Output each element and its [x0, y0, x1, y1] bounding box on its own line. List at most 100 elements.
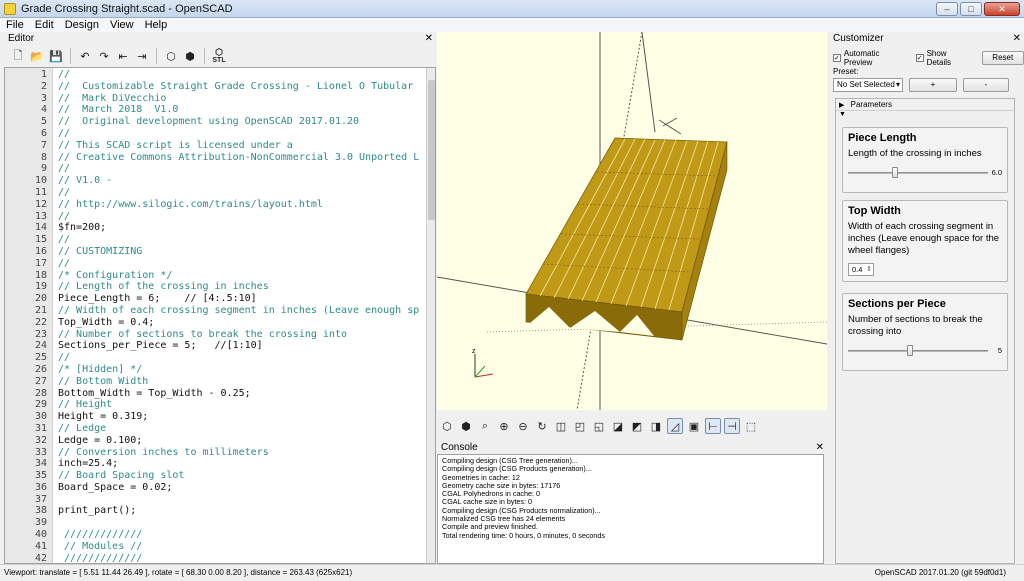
line-number: 29	[34, 399, 47, 411]
view-left-icon[interactable]: ◪	[610, 418, 626, 434]
redo-icon[interactable]: ↷	[96, 48, 112, 64]
code-line: 33 // Conversion inches to millimeters	[5, 447, 435, 459]
toolbar-separator	[204, 48, 205, 64]
zoom-in-icon[interactable]: ⊕	[496, 418, 512, 434]
code-line: 35 // Board Spacing slot	[5, 470, 435, 482]
line-text: //	[58, 234, 71, 246]
line-text: //	[58, 352, 71, 364]
show-axes-icon[interactable]: ⊢	[705, 418, 721, 434]
menu-bar: File Edit Design View Help	[0, 18, 1024, 32]
show-scale-icon[interactable]: ⊣	[724, 418, 740, 434]
add-preset-button[interactable]: +	[909, 78, 957, 92]
preset-select[interactable]: No Set Selected	[833, 78, 903, 92]
toolbar-separator	[156, 48, 157, 64]
line-number: 9	[40, 163, 47, 175]
line-number: 42	[34, 552, 47, 564]
collapse-arrow-icon[interactable]: ▼	[836, 111, 1014, 121]
code-line: 13 //	[5, 211, 435, 223]
menu-view[interactable]: View	[110, 19, 134, 31]
code-line: 3 // Mark DiVecchio	[5, 93, 435, 105]
code-editor[interactable]: 1 // 2 // Customizable Straight Grade Cross…	[4, 67, 436, 564]
save-icon[interactable]: 💾	[48, 48, 64, 64]
export-stl-icon[interactable]: ⬡ STL	[211, 48, 227, 65]
3d-scene: z	[437, 32, 827, 410]
zoom-out-icon[interactable]: ⊖	[515, 418, 531, 434]
code-line: 26 /* [Hidden] */	[5, 364, 435, 376]
new-file-icon[interactable]: 🗋	[10, 48, 26, 64]
console-output[interactable]: Compiling design (CSG Tree generation)..…	[437, 454, 824, 564]
line-number: 38	[34, 505, 47, 517]
open-file-icon[interactable]: 📂	[29, 48, 45, 64]
3d-viewport[interactable]: z	[437, 32, 827, 410]
console-close-icon[interactable]: ✕	[816, 441, 824, 454]
undo-icon[interactable]: ↶	[77, 48, 93, 64]
slider-handle[interactable]	[907, 345, 913, 356]
show-details-checkbox[interactable]: ✓	[915, 54, 924, 62]
line-number: 40	[34, 529, 47, 541]
line-text: //	[58, 127, 71, 139]
view-all-icon[interactable]: ⌕	[477, 418, 493, 434]
line-text: /* Configuration */	[58, 269, 173, 281]
preview-icon[interactable]: ⬡	[163, 48, 179, 64]
sections-per-piece-slider[interactable]: 5	[848, 344, 1002, 358]
reset-view-icon[interactable]: ↻	[534, 418, 550, 434]
menu-help[interactable]: Help	[145, 19, 168, 31]
orthogonal-icon[interactable]: ▣	[686, 418, 702, 434]
line-number: 39	[34, 517, 47, 529]
remove-preset-button[interactable]: -	[963, 78, 1009, 92]
line-number: 32	[34, 434, 47, 446]
view-front-icon[interactable]: ◩	[629, 418, 645, 434]
line-number: 12	[34, 198, 47, 210]
console-title-bar: Console ✕	[437, 441, 827, 454]
line-number: 23	[34, 328, 47, 340]
line-text: // V1.0 -	[58, 175, 113, 187]
scrollbar-thumb[interactable]	[428, 80, 435, 220]
unindent-icon[interactable]: ⇤	[115, 48, 131, 64]
maximize-button[interactable]: □	[960, 2, 982, 16]
view-back-icon[interactable]: ◨	[648, 418, 664, 434]
line-text: // March 2018 V1.0	[58, 104, 179, 116]
parameters-header[interactable]: ▶ Parameters	[836, 99, 1014, 111]
param-group-piece-length: Piece Length Length of the crossing in i…	[842, 127, 1008, 193]
menu-edit[interactable]: Edit	[35, 19, 54, 31]
render-icon[interactable]: ⬢	[182, 48, 198, 64]
line-text: // Board Spacing slot	[58, 470, 185, 482]
code-line: 41 // Modules //	[5, 541, 435, 553]
line-number: 30	[34, 411, 47, 423]
view-top-icon[interactable]: ◰	[572, 418, 588, 434]
code-line: 12 // http://www.silogic.com/trains/layou…	[5, 199, 435, 211]
line-number: 20	[34, 293, 47, 305]
code-line: 1 //	[5, 69, 435, 81]
line-text: Top_Width = 0.4;	[58, 316, 155, 328]
render-icon[interactable]: ⬢	[458, 418, 474, 434]
line-number: 8	[40, 151, 47, 163]
line-text: //	[58, 69, 71, 80]
view-bottom-icon[interactable]: ◱	[591, 418, 607, 434]
line-number: 31	[34, 422, 47, 434]
reset-button[interactable]: Reset	[981, 51, 1024, 65]
view-right-icon[interactable]: ◫	[553, 418, 569, 434]
editor-close-icon[interactable]: ✕	[425, 32, 433, 45]
line-number: 1	[40, 69, 47, 80]
menu-design[interactable]: Design	[65, 19, 99, 31]
perspective-icon[interactable]: ◿	[667, 418, 683, 434]
editor-scrollbar[interactable]	[426, 68, 435, 563]
line-number: 7	[40, 139, 47, 151]
menu-file[interactable]: File	[6, 19, 24, 31]
editor-toolbar: 🗋 📂 💾 ↶ ↷ ⇤ ⇥ ⬡ ⬢ ⬡ STL	[4, 45, 436, 67]
minimize-button[interactable]: –	[936, 2, 958, 16]
preview-icon[interactable]: ⬡	[439, 418, 455, 434]
slider-handle[interactable]	[892, 167, 898, 178]
top-width-spinbox[interactable]: 0.4	[848, 263, 874, 276]
title-bar: Grade Crossing Straight.scad - OpenSCAD …	[0, 0, 1024, 18]
line-number: 18	[34, 269, 47, 281]
indent-icon[interactable]: ⇥	[134, 48, 150, 64]
piece-length-slider[interactable]: 6.0	[848, 166, 1002, 180]
automatic-preview-checkbox[interactable]: ✓	[833, 54, 841, 62]
customizer-close-icon[interactable]: ✕	[1013, 32, 1021, 45]
close-button[interactable]: ✕	[984, 2, 1020, 16]
line-text: // Conversion inches to millimeters	[58, 446, 269, 458]
y-axis	[641, 32, 656, 133]
line-text: Sections_per_Piece = 5; //[1:10]	[58, 340, 263, 352]
show-edges-icon[interactable]: ⬚	[743, 418, 759, 434]
